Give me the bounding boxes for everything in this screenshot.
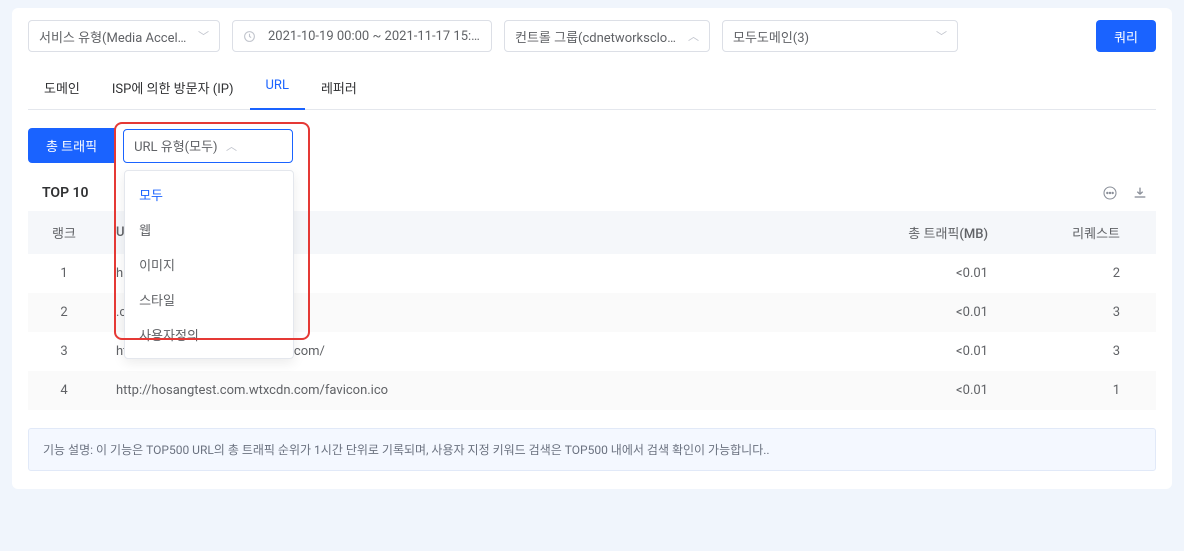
chevron-up-icon: ﹀ <box>226 138 237 154</box>
query-button[interactable]: 쿼리 <box>1096 20 1156 52</box>
domain-label: 모두도메인(3) <box>733 27 928 46</box>
total-traffic-pill[interactable]: 총 트래픽 <box>28 128 115 163</box>
option-all[interactable]: 모두 <box>125 177 293 212</box>
time-range-label: 2021-10-19 00:00 ~ 2021-11-17 15:08 <box>268 29 481 44</box>
time-range-picker[interactable]: 2021-10-19 00:00 ~ 2021-11-17 15:08 <box>232 20 492 52</box>
cell-rank: 1 <box>28 254 100 293</box>
option-image[interactable]: 이미지 <box>125 247 293 282</box>
tab-domain[interactable]: 도메인 <box>28 68 96 109</box>
url-type-select[interactable]: URL 유형(모두) ﹀ 모두 웹 이미지 스타일 사용자정의 <box>123 129 293 163</box>
cell-rank: 2 <box>28 293 100 332</box>
tab-isp-visitors[interactable]: ISP에 의한 방문자 (IP) <box>96 68 250 109</box>
col-rank: 랭크 <box>28 211 100 254</box>
top10-heading: TOP 10 <box>42 185 89 201</box>
chevron-down-icon: ﹀ <box>936 28 947 44</box>
tab-url[interactable]: URL <box>250 68 305 109</box>
chevron-up-icon: ﹀ <box>688 28 699 44</box>
cell-traffic: <0.01 <box>856 332 1036 371</box>
domain-select[interactable]: 모두도메인(3) ﹀ <box>722 20 958 52</box>
service-type-label: 서비스 유형(Media Accele… <box>39 27 190 46</box>
option-custom[interactable]: 사용자정의 <box>125 317 293 352</box>
clock-icon <box>243 30 256 43</box>
cell-requests: 2 <box>1036 254 1156 293</box>
cell-traffic: <0.01 <box>856 254 1036 293</box>
table-row: 4http://hosangtest.com.wtxcdn.com/favico… <box>28 371 1156 410</box>
cell-requests: 3 <box>1036 332 1156 371</box>
service-type-select[interactable]: 서비스 유형(Media Accele… ﹀ <box>28 20 220 52</box>
url-type-label: URL 유형(모두) <box>134 136 217 155</box>
option-style[interactable]: 스타일 <box>125 282 293 317</box>
cell-rank: 3 <box>28 332 100 371</box>
chevron-down-icon: ﹀ <box>198 28 209 44</box>
cell-url: http://hosangtest.com.wtxcdn.com/favicon… <box>100 371 856 410</box>
tab-referrer[interactable]: 레퍼러 <box>305 68 373 109</box>
option-web[interactable]: 웹 <box>125 212 293 247</box>
cell-requests: 1 <box>1036 371 1156 410</box>
tab-bar: 도메인 ISP에 의한 방문자 (IP) URL 레퍼러 <box>28 68 1156 110</box>
cell-traffic: <0.01 <box>856 293 1036 332</box>
more-icon[interactable] <box>1102 185 1118 201</box>
info-banner: 기능 설명: 이 기능은 TOP500 URL의 총 트래픽 순위가 1시간 단… <box>28 428 1156 471</box>
col-traffic: 총 트래픽(MB) <box>856 211 1036 254</box>
url-type-dropdown: 모두 웹 이미지 스타일 사용자정의 <box>124 170 294 359</box>
cell-rank: 4 <box>28 371 100 410</box>
control-group-select[interactable]: 컨트롤 그룹(cdnetworksclou… ﹀ <box>504 20 710 52</box>
col-requests: 리퀘스트 <box>1036 211 1156 254</box>
cell-traffic: <0.01 <box>856 371 1036 410</box>
cell-requests: 3 <box>1036 293 1156 332</box>
control-group-label: 컨트롤 그룹(cdnetworksclou… <box>515 27 680 46</box>
download-icon[interactable] <box>1132 185 1148 201</box>
